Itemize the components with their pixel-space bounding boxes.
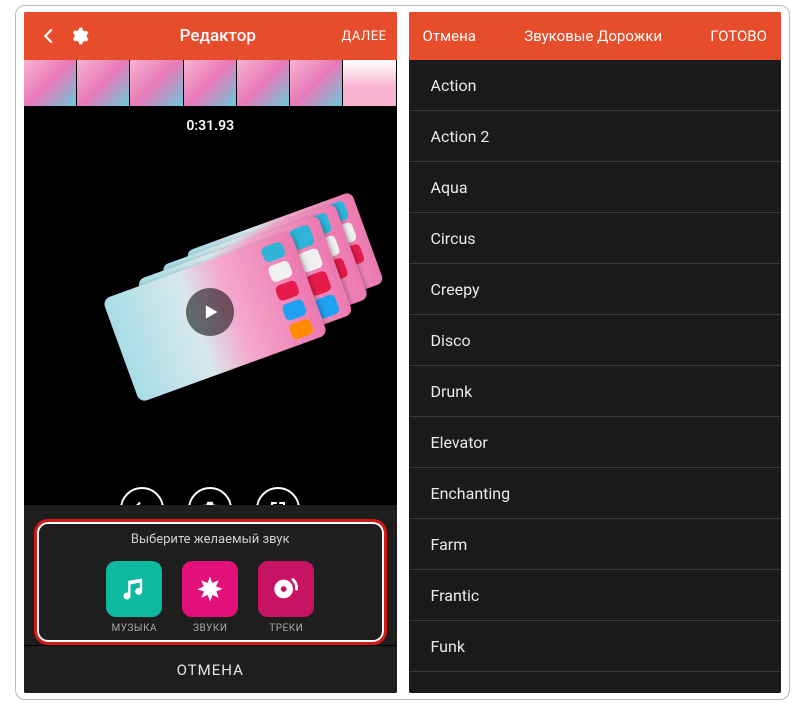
disc-icon — [258, 561, 314, 617]
sound-sheet: Выберите желаемый звук МУЗЫКА ЗВУКИ — [24, 505, 397, 645]
timeline-thumb[interactable] — [77, 60, 130, 106]
tracks-screen: Отмена Звуковые Дорожки ГОТОВО ActionAct… — [409, 12, 782, 693]
settings-button[interactable] — [64, 21, 94, 51]
music-icon — [106, 561, 162, 617]
editor-title: Редактор — [94, 26, 342, 46]
track-item[interactable]: Funk — [409, 621, 782, 672]
gear-icon — [69, 26, 89, 46]
timeline[interactable] — [24, 60, 397, 106]
sound-option-label: ЗВУКИ — [193, 623, 227, 634]
track-item[interactable]: Circus — [409, 213, 782, 264]
tracks-cancel-button[interactable]: Отмена — [423, 27, 476, 45]
track-item[interactable]: Creepy — [409, 264, 782, 315]
timeline-thumb[interactable] — [290, 60, 343, 106]
track-item[interactable]: Disco — [409, 315, 782, 366]
timeline-thumb[interactable] — [130, 60, 183, 106]
back-button[interactable] — [34, 21, 64, 51]
editor-screen: Редактор ДАЛЕЕ 0:31.93 — [24, 12, 397, 693]
track-item[interactable]: Action 2 — [409, 111, 782, 162]
tracks-title: Звуковые Дорожки — [524, 27, 662, 45]
track-item[interactable]: Farm — [409, 519, 782, 570]
cancel-button[interactable]: ОТМЕНА — [24, 645, 397, 693]
editor-topbar: Редактор ДАЛЕЕ — [24, 12, 397, 60]
track-list[interactable]: ActionAction 2AquaCircusCreepyDiscoDrunk… — [409, 60, 782, 693]
timeline-thumb[interactable] — [24, 60, 77, 106]
play-icon — [200, 302, 220, 322]
sound-option-label: ТРЕКИ — [269, 623, 303, 634]
sound-panel: Выберите желаемый звук МУЗЫКА ЗВУКИ — [34, 519, 387, 645]
track-item[interactable]: Aqua — [409, 162, 782, 213]
track-item[interactable]: Enchanting — [409, 468, 782, 519]
sound-option-music[interactable]: МУЗЫКА — [106, 561, 162, 634]
track-item[interactable]: Drunk — [409, 366, 782, 417]
timeline-thumb[interactable] — [237, 60, 290, 106]
sound-panel-title: Выберите желаемый звук — [41, 532, 380, 547]
video-preview[interactable] — [24, 140, 397, 483]
sound-option-sounds[interactable]: ЗВУКИ — [182, 561, 238, 634]
timeline-thumb[interactable] — [184, 60, 237, 106]
play-button[interactable] — [186, 288, 234, 336]
track-item[interactable]: Frantic — [409, 570, 782, 621]
track-item[interactable]: Elevator — [409, 417, 782, 468]
timecode: 0:31.93 — [24, 106, 397, 140]
sound-options: МУЗЫКА ЗВУКИ ТРЕКИ — [41, 561, 380, 634]
sound-option-label: МУЗЫКА — [111, 623, 157, 634]
tracks-topbar: Отмена Звуковые Дорожки ГОТОВО — [409, 12, 782, 60]
burst-icon — [182, 561, 238, 617]
sound-option-tracks[interactable]: ТРЕКИ — [258, 561, 314, 634]
tracks-done-button[interactable]: ГОТОВО — [710, 27, 767, 45]
timeline-thumb[interactable] — [343, 60, 396, 106]
track-item[interactable]: Action — [409, 60, 782, 111]
next-button[interactable]: ДАЛЕЕ — [342, 29, 387, 44]
